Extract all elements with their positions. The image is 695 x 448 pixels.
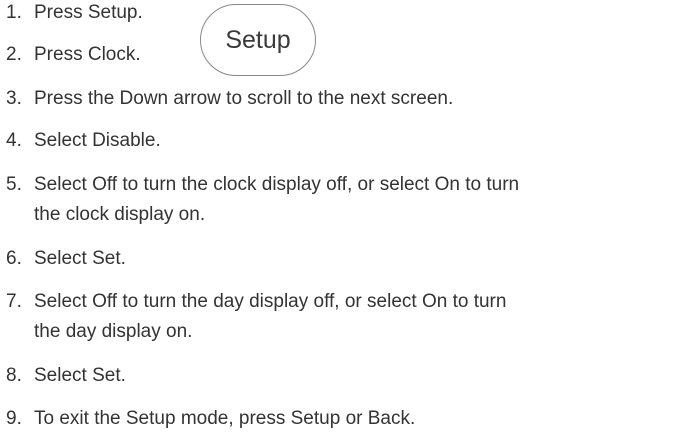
step-text: Press Setup. (34, 2, 143, 23)
step-text: To exit the Setup mode, press Setup or B… (34, 408, 416, 429)
step-number: 9. (6, 408, 22, 429)
step-text: Select Set. (34, 365, 126, 386)
step-number: 1. (6, 2, 22, 23)
step-number: 4. (6, 130, 22, 151)
step-number: 2. (6, 44, 22, 65)
step-number: 3. (6, 88, 22, 109)
step-text: Press the Down arrow to scroll to the ne… (34, 88, 454, 109)
step-number: 6. (6, 248, 22, 269)
step-text: Select Set. (34, 248, 126, 269)
setup-button-label: Setup (225, 25, 291, 54)
step-text: Select Disable. (34, 130, 161, 151)
step-text: Select Off to turn the clock display off… (34, 174, 520, 195)
step-number: 5. (6, 174, 22, 195)
step-5-continuation: the clock display on. (34, 204, 206, 225)
step-text: Press Clock. (34, 44, 141, 65)
step-text: Select Off to turn the day display off, … (34, 291, 507, 312)
setup-button[interactable]: Setup (200, 4, 316, 76)
step-7-continuation: the day display on. (34, 321, 193, 342)
step-number: 8. (6, 365, 22, 386)
step-number: 7. (6, 291, 22, 312)
